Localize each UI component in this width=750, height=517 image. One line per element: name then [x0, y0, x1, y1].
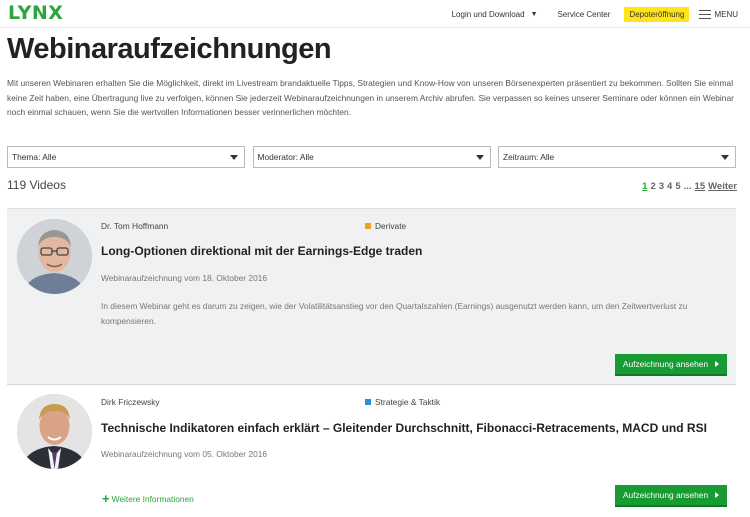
hamburger-icon: [699, 9, 712, 19]
category-marker-icon: [365, 399, 371, 405]
page-link-2[interactable]: 2: [650, 181, 655, 192]
watch-recording-label: Aufzeichnung ansehen: [622, 359, 709, 369]
thema-filter-select[interactable]: Thema: Alle: [7, 146, 245, 168]
play-arrow-icon: [715, 492, 720, 498]
dropdown-arrow-icon: [475, 154, 484, 160]
watch-recording-button[interactable]: Aufzeichnung ansehen: [615, 354, 727, 376]
category-label: Strategie & Taktik: [375, 397, 441, 407]
filter-bar: Thema: Alle Moderator: Alle Zeitraum: Al…: [7, 146, 736, 168]
webinar-author: Dr. Tom Hoffmann: [101, 221, 169, 231]
menu-label: MENU: [714, 9, 738, 19]
login-download-menu[interactable]: Login und Download ▼: [452, 10, 538, 19]
category-label: Derivate: [375, 221, 407, 231]
category-marker-icon: [365, 223, 371, 229]
zeitraum-filter-select[interactable]: Zeitraum: Alle: [498, 146, 736, 168]
webinar-author: Dirk Friczewsky: [101, 397, 160, 407]
webinar-description: In diesem Webinar geht es darum zu zeige…: [101, 301, 688, 326]
webinar-date: Webinaraufzeichnung vom 18. Oktober 2016: [101, 273, 268, 283]
service-center-link[interactable]: Service Center: [558, 10, 611, 19]
video-count: 119 Videos: [7, 178, 66, 192]
page-link-4[interactable]: 4: [667, 181, 672, 192]
pagination-ellipsis: ...: [683, 181, 692, 192]
webinar-date: Webinaraufzeichnung vom 05. Oktober 2016: [101, 449, 268, 459]
webinar-card: Dirk Friczewsky Strategie & Taktik Techn…: [7, 386, 736, 517]
moderator-filter-value: Moderator: Alle: [257, 152, 314, 162]
plus-icon: +: [102, 491, 110, 506]
header-nav: Login und Download ▼ Service Center Depo…: [452, 6, 738, 22]
webinar-card: Dr. Tom Hoffmann Derivate Long-Optionen …: [7, 208, 736, 385]
play-arrow-icon: [715, 361, 720, 367]
speaker-avatar: [17, 219, 92, 294]
more-info-link[interactable]: + Weitere Informationen: [102, 491, 194, 506]
watch-recording-button[interactable]: Aufzeichnung ansehen: [615, 485, 727, 507]
dropdown-arrow-icon: [230, 154, 238, 160]
moderator-filter-select[interactable]: Moderator: Alle: [252, 146, 491, 168]
menu-button[interactable]: MENU: [699, 9, 738, 19]
page-link-1[interactable]: 1: [642, 181, 647, 192]
depot-opening-button[interactable]: Depoteröffnung: [624, 6, 690, 22]
lynx-logo[interactable]: LYNX: [8, 2, 63, 24]
webinar-category: Derivate: [365, 221, 406, 231]
zeitraum-filter-value: Zeitraum: Alle: [503, 152, 555, 162]
speaker-photo-icon: [17, 394, 92, 469]
intro-text: Mit unseren Webinaren erhalten Sie die M…: [7, 78, 734, 117]
thema-filter-value: Thema: Alle: [12, 152, 57, 162]
speaker-photo-icon: [17, 219, 92, 294]
watch-recording-label: Aufzeichnung ansehen: [622, 490, 709, 500]
page-link-5[interactable]: 5: [675, 181, 680, 192]
page-title: Webinaraufzeichnungen: [7, 33, 332, 65]
page-link-3[interactable]: 3: [659, 181, 664, 192]
top-navigation-bar: LYNX Login und Download ▼ Service Center…: [0, 0, 750, 28]
speaker-avatar: [17, 394, 92, 469]
page-link-last[interactable]: 15: [695, 181, 706, 192]
caret-down-icon: ▼: [530, 10, 538, 18]
webinar-category: Strategie & Taktik: [365, 397, 440, 407]
pagination: 1 2 3 4 5 ... 15 Weiter: [642, 181, 737, 192]
login-download-label: Login und Download: [451, 9, 525, 19]
next-page-link[interactable]: Weiter: [708, 181, 737, 192]
webinar-title[interactable]: Long-Optionen direktional mit der Earnin…: [101, 244, 422, 258]
dropdown-arrow-icon: [721, 154, 729, 160]
more-info-label: Weitere Informationen: [111, 494, 194, 504]
webinar-title[interactable]: Technische Indikatoren einfach erklärt –…: [101, 421, 707, 435]
